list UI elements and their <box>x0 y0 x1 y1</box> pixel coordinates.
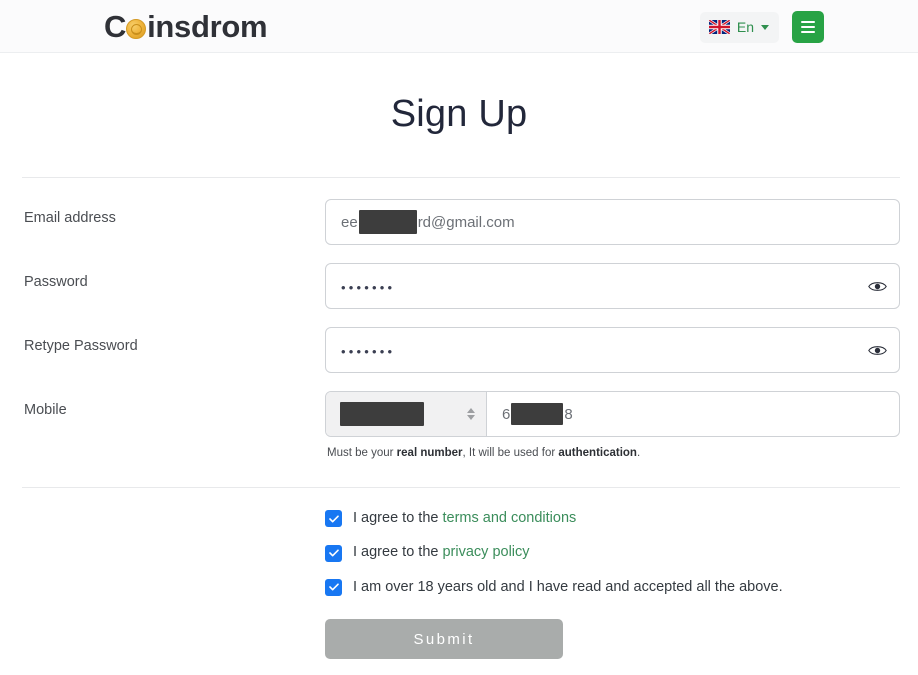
signup-form: Email address ee rd@gmail.com Password ••… <box>0 199 918 461</box>
signup-page: Sign Up Email address ee rd@gmail.com Pas… <box>0 53 918 660</box>
language-label: En <box>736 19 754 35</box>
phone-number-input[interactable]: 68 <box>487 392 899 436</box>
retype-password-masked-value: ••••••• <box>341 344 396 359</box>
check-icon <box>328 515 339 523</box>
phone-prefix: 6 <box>502 405 511 423</box>
agreements-list: I agree to the terms and conditions I ag… <box>0 488 918 596</box>
hamburger-icon-line <box>801 21 815 23</box>
email-label: Email address <box>24 210 116 226</box>
mobile-input-group: 68 <box>325 391 900 437</box>
agreement-row-age: I am over 18 years old and I have read a… <box>325 579 918 596</box>
form-row-mobile: Mobile 68 Must be your real number, It w… <box>0 391 918 461</box>
country-code-select[interactable] <box>326 392 487 436</box>
password-visibility-toggle[interactable] <box>867 276 887 296</box>
privacy-checkbox[interactable] <box>325 544 342 562</box>
help-suffix: . <box>636 447 641 459</box>
password-input[interactable]: ••••••• <box>325 263 900 309</box>
check-icon <box>328 583 339 591</box>
email-input[interactable]: ee rd@gmail.com <box>325 199 900 245</box>
terms-and-conditions-link[interactable]: terms and conditions <box>442 510 576 526</box>
terms-label: I agree to the terms and conditions <box>353 510 576 527</box>
help-bold-authentication: authentication <box>558 447 637 459</box>
age-checkbox[interactable] <box>325 578 342 596</box>
site-header: C insdrom En <box>0 0 918 53</box>
header-actions: En <box>699 11 824 43</box>
privacy-policy-link[interactable]: privacy policy <box>442 544 529 560</box>
chevron-down-icon <box>761 24 769 30</box>
logo-text-before: C <box>104 8 127 44</box>
submit-button[interactable]: Submit <box>325 619 563 660</box>
page-title: Sign Up <box>390 93 528 135</box>
form-row-email: Email address ee rd@gmail.com <box>0 199 918 245</box>
phone-redaction-block <box>511 403 564 425</box>
age-label: I am over 18 years old and I have read a… <box>353 578 783 595</box>
agreement-row-privacy: I agree to the privacy policy <box>325 544 918 562</box>
password-label: Password <box>24 274 88 290</box>
check-icon <box>328 549 339 557</box>
uk-flag-icon <box>708 20 730 34</box>
agreement-row-terms: I agree to the terms and conditions <box>325 510 918 528</box>
password-field-wrap: ••••••• <box>325 263 900 309</box>
email-value-prefix: ee <box>341 213 358 231</box>
password-masked-value: ••••••• <box>341 280 396 295</box>
divider-top <box>22 177 900 178</box>
help-bold-real-number: real number <box>396 447 463 459</box>
terms-text: I agree to the <box>353 509 443 526</box>
hamburger-menu-button[interactable] <box>792 11 824 43</box>
gold-coin-icon <box>126 19 147 39</box>
hamburger-icon-line <box>801 26 815 28</box>
email-redaction-block <box>358 210 417 234</box>
hamburger-icon-line <box>801 31 815 33</box>
mobile-help-text: Must be your real number, It will be use… <box>325 437 900 461</box>
form-row-password: Password ••••••• <box>0 263 918 309</box>
retype-password-input[interactable]: ••••••• <box>325 327 900 373</box>
brand-logo[interactable]: C insdrom <box>104 7 268 45</box>
up-down-arrows-icon <box>467 408 475 420</box>
logo-text-after: insdrom <box>147 8 268 44</box>
eye-icon <box>867 281 887 291</box>
language-selector[interactable]: En <box>699 11 779 43</box>
eye-icon <box>867 345 887 355</box>
retype-password-field-wrap: ••••••• <box>325 327 900 373</box>
mobile-field-wrap: 68 Must be your real number, It will be … <box>325 391 900 461</box>
help-middle: , It will be used for <box>462 447 559 459</box>
phone-suffix: 8 <box>564 405 573 423</box>
terms-checkbox[interactable] <box>325 510 342 528</box>
country-redaction-block <box>340 402 424 426</box>
help-prefix: Must be your <box>327 447 397 459</box>
form-row-retype-password: Retype Password ••••••• <box>0 327 918 373</box>
email-value-suffix: rd@gmail.com <box>417 213 515 231</box>
privacy-text: I agree to the <box>353 544 443 561</box>
retype-password-label: Retype Password <box>24 338 138 354</box>
retype-password-visibility-toggle[interactable] <box>867 340 887 360</box>
submit-wrap: Submit <box>0 596 918 660</box>
email-field-wrap: ee rd@gmail.com <box>325 199 900 245</box>
mobile-label: Mobile <box>24 402 67 418</box>
privacy-label: I agree to the privacy policy <box>353 544 530 561</box>
